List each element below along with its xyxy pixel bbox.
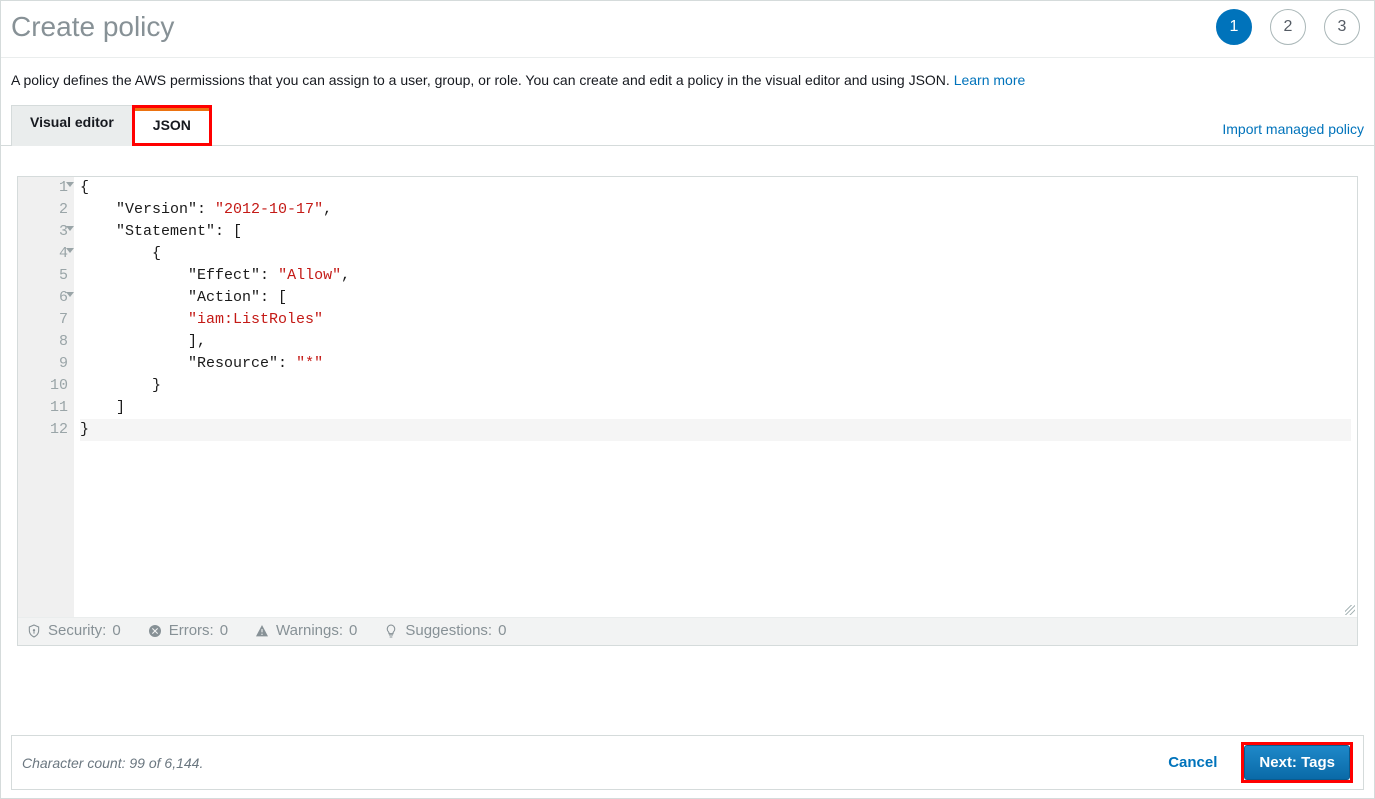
- status-errors[interactable]: Errors: 0: [147, 622, 228, 639]
- page-title: Create policy: [11, 11, 174, 43]
- line-number: 1: [34, 177, 68, 199]
- code-line[interactable]: "Action": [: [80, 287, 1351, 309]
- json-editor-container: 123456789101112 { "Version": "2012-10-17…: [17, 176, 1358, 646]
- line-number: 9: [34, 353, 68, 375]
- code-line[interactable]: {: [80, 177, 1351, 199]
- status-warnings[interactable]: Warnings: 0: [254, 622, 357, 639]
- error-icon: [147, 623, 163, 639]
- wizard-steps: 1 2 3: [1216, 9, 1360, 45]
- line-number: 5: [34, 265, 68, 287]
- code-line[interactable]: }: [80, 419, 1351, 441]
- header: Create policy 1 2 3: [1, 1, 1374, 58]
- description: A policy defines the AWS permissions tha…: [1, 58, 1374, 94]
- learn-more-link[interactable]: Learn more: [954, 72, 1026, 88]
- step-3[interactable]: 3: [1324, 9, 1360, 45]
- line-number-gutter: 123456789101112: [18, 177, 74, 617]
- line-number: 3: [34, 221, 68, 243]
- line-number: 4: [34, 243, 68, 265]
- step-2[interactable]: 2: [1270, 9, 1306, 45]
- footer: Character count: 99 of 6,144. Cancel Nex…: [11, 735, 1364, 790]
- tabs: Visual editor JSON: [11, 104, 212, 145]
- footer-actions: Cancel Next: Tags: [1158, 742, 1353, 783]
- tab-json[interactable]: JSON: [135, 108, 209, 143]
- code-line[interactable]: "iam:ListRoles": [80, 309, 1351, 331]
- code-line[interactable]: "Resource": "*": [80, 353, 1351, 375]
- line-number: 6: [34, 287, 68, 309]
- status-security[interactable]: Security: 0: [26, 622, 121, 639]
- line-number: 12: [34, 419, 68, 441]
- line-number: 10: [34, 375, 68, 397]
- shield-icon: [26, 623, 42, 639]
- import-managed-policy-link[interactable]: Import managed policy: [1222, 121, 1364, 145]
- step-1[interactable]: 1: [1216, 9, 1252, 45]
- resize-handle-icon[interactable]: [1342, 602, 1356, 616]
- cancel-button[interactable]: Cancel: [1158, 748, 1227, 777]
- fold-icon[interactable]: [66, 292, 74, 297]
- tabs-row: Visual editor JSON Import managed policy: [1, 94, 1374, 146]
- next-tags-button[interactable]: Next: Tags: [1244, 745, 1350, 780]
- code-line[interactable]: {: [80, 243, 1351, 265]
- code-line[interactable]: ]: [80, 397, 1351, 419]
- json-editor[interactable]: 123456789101112 { "Version": "2012-10-17…: [18, 177, 1357, 617]
- line-number: 2: [34, 199, 68, 221]
- code-line[interactable]: }: [80, 375, 1351, 397]
- page-frame: Create policy 1 2 3 A policy defines the…: [0, 0, 1375, 799]
- code-line[interactable]: "Statement": [: [80, 221, 1351, 243]
- tab-visual-editor[interactable]: Visual editor: [11, 105, 133, 146]
- line-number: 8: [34, 331, 68, 353]
- fold-icon[interactable]: [66, 248, 74, 253]
- character-count: Character count: 99 of 6,144.: [22, 755, 203, 771]
- code-area[interactable]: { "Version": "2012-10-17", "Statement": …: [74, 177, 1357, 617]
- fold-icon[interactable]: [66, 182, 74, 187]
- status-suggestions[interactable]: Suggestions: 0: [383, 622, 506, 639]
- editor-statusbar: Security: 0 Errors: 0 Warnings: 0 Sugges…: [18, 617, 1357, 645]
- lightbulb-icon: [383, 623, 399, 639]
- code-line[interactable]: "Effect": "Allow",: [80, 265, 1351, 287]
- warning-icon: [254, 623, 270, 639]
- description-text: A policy defines the AWS permissions tha…: [11, 72, 950, 88]
- code-line[interactable]: "Version": "2012-10-17",: [80, 199, 1351, 221]
- highlight-next-button: Next: Tags: [1241, 742, 1353, 783]
- line-number: 11: [34, 397, 68, 419]
- fold-icon[interactable]: [66, 226, 74, 231]
- line-number: 7: [34, 309, 68, 331]
- highlight-json-tab: JSON: [132, 105, 212, 146]
- code-line[interactable]: ],: [80, 331, 1351, 353]
